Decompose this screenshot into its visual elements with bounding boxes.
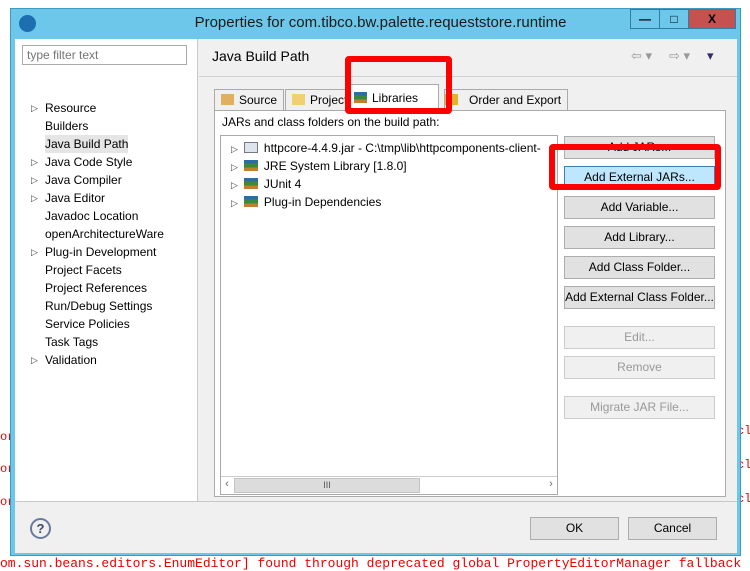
sidebar-item[interactable]: Builders [45, 117, 88, 135]
add-library-button[interactable]: Add Library... [564, 226, 715, 249]
list-item-label: JUnit 4 [263, 177, 302, 191]
edit-button[interactable]: Edit... [564, 326, 715, 349]
sidebar-item-label: Java Code Style [45, 155, 133, 169]
window-title: Properties for com.tibco.bw.palette.requ… [194, 14, 567, 31]
sidebar-item[interactable]: Service Policies [45, 315, 130, 333]
build-path-list[interactable]: ▷ httpcore-4.4.9.jar - C:\tmp\lib\httpcom… [220, 135, 558, 495]
tab-source[interactable]: Source [214, 89, 285, 110]
main-panel: Java Build Path ⇦ ▾ ⇨ ▾ ▾ Source Project… [199, 39, 737, 501]
sidebar-item[interactable]: Project Facets [45, 261, 122, 279]
sidebar-item-label: Resource [45, 101, 97, 115]
list-item[interactable]: ▷ JUnit 4 [231, 175, 301, 193]
add-class-folder-button[interactable]: Add Class Folder... [564, 256, 715, 279]
sidebar-item-label: Java Compiler [45, 173, 122, 187]
sidebar-item[interactable]: Run/Debug Settings [45, 297, 152, 315]
highlight-add-external-jars [549, 144, 721, 190]
tab-projects[interactable]: Projects [285, 89, 347, 110]
sidebar-item[interactable]: Java Build Path [45, 135, 129, 153]
list-item-label: JRE System Library [1.8.0] [263, 159, 407, 173]
sidebar-item[interactable]: ▷ Resource [31, 99, 97, 117]
list-item-label: Plug-in Dependencies [263, 195, 382, 209]
expand-arrow-icon[interactable]: ▷ [31, 153, 38, 171]
library-icon [243, 196, 258, 207]
source-folder-icon [221, 94, 234, 105]
sidebar-item-label: Service Policies [45, 317, 130, 331]
back-arrow-icon[interactable]: ⇦ ▾ [631, 48, 652, 64]
horizontal-scrollbar[interactable]: ‹ III › [221, 476, 557, 494]
title-bar[interactable]: Properties for com.tibco.bw.palette.requ… [11, 9, 740, 39]
sidebar-item-label: Plug-in Development [45, 245, 157, 259]
sidebar-item[interactable]: Task Tags [45, 333, 98, 351]
sidebar-item[interactable]: ▷ Plug-in Development [31, 243, 157, 261]
expand-arrow-icon[interactable]: ▷ [231, 180, 238, 190]
add-variable-button[interactable]: Add Variable... [564, 196, 715, 219]
expand-arrow-icon[interactable]: ▷ [231, 162, 238, 172]
forward-arrow-icon[interactable]: ⇨ ▾ [669, 48, 690, 64]
sidebar-item[interactable]: ▷ Java Code Style [31, 153, 133, 171]
sidebar-item[interactable]: Javadoc Location [45, 207, 138, 225]
expand-arrow-icon[interactable]: ▷ [231, 198, 238, 208]
add-external-class-folder-button[interactable]: Add External Class Folder... [564, 286, 715, 309]
list-item[interactable]: ▷ Plug-in Dependencies [231, 193, 381, 211]
scroll-right-icon[interactable]: › [545, 478, 557, 490]
sidebar-item[interactable]: ▷ Java Compiler [31, 171, 122, 189]
list-label: JARs and class folders on the build path… [222, 115, 440, 129]
expand-arrow-icon[interactable]: ▷ [31, 171, 38, 189]
folder-icon [292, 94, 305, 105]
help-icon[interactable]: ? [30, 518, 51, 539]
sidebar-item[interactable]: openArchitectureWare [45, 225, 164, 243]
sidebar-item-label: Javadoc Location [45, 209, 139, 223]
list-item-label: httpcore-4.4.9.jar - C:\tmp\lib\httpcomp… [263, 141, 541, 155]
jar-icon [243, 142, 258, 153]
sidebar-item-label: Task Tags [45, 335, 99, 349]
expand-arrow-icon[interactable]: ▷ [231, 144, 238, 154]
tab-order-and-export[interactable]: Order and Export [444, 89, 569, 110]
sidebar-item-label: Project Facets [45, 263, 122, 277]
minimize-button[interactable]: — [630, 9, 660, 29]
remove-button[interactable]: Remove [564, 356, 715, 379]
library-icon [243, 178, 258, 189]
sidebar-item-label: Java Editor [45, 191, 106, 205]
expand-arrow-icon[interactable]: ▷ [31, 189, 38, 207]
list-item[interactable]: ▷ JRE System Library [1.8.0] [231, 157, 407, 175]
list-item[interactable]: ▷ httpcore-4.4.9.jar - C:\tmp\lib\httpcom… [231, 139, 541, 157]
library-icon [243, 160, 258, 171]
expand-arrow-icon[interactable]: ▷ [31, 99, 38, 117]
sidebar-item-label: Project References [45, 281, 148, 295]
migrate-jar-file-button[interactable]: Migrate JAR File... [564, 396, 715, 419]
sidebar-item-label: openArchitectureWare [45, 227, 164, 241]
ok-button[interactable]: OK [530, 517, 619, 540]
console-output-line: om.sun.beans.editors.EnumEditor] found t… [0, 556, 742, 571]
cancel-button[interactable]: Cancel [628, 517, 717, 540]
sidebar-item[interactable]: ▷ Validation [31, 351, 97, 369]
sidebar-item-label: Validation [45, 353, 97, 367]
dialog-footer: ? OK Cancel [15, 501, 737, 553]
sidebar-item[interactable]: ▷ Java Editor [31, 189, 106, 207]
maximize-button[interactable]: □ [659, 9, 689, 29]
sidebar-item-label: Java Build Path [45, 137, 129, 151]
expand-arrow-icon[interactable]: ▷ [31, 351, 38, 369]
sidebar-item-label: Run/Debug Settings [45, 299, 153, 313]
sidebar-item[interactable]: Project References [45, 279, 147, 297]
scroll-left-icon[interactable]: ‹ [221, 478, 233, 490]
view-menu-icon[interactable]: ▾ [707, 48, 714, 64]
sidebar: ▷ Resource Builders Java Build Path ▷ Java Co… [15, 39, 198, 501]
page-title: Java Build Path [212, 48, 310, 64]
filter-input[interactable] [22, 45, 187, 65]
sidebar-item-label: Builders [45, 119, 89, 133]
expand-arrow-icon[interactable]: ▷ [31, 243, 38, 261]
scrollbar-thumb[interactable]: III [234, 478, 420, 493]
highlight-libraries-tab [345, 56, 452, 114]
close-button[interactable]: X [688, 9, 736, 29]
